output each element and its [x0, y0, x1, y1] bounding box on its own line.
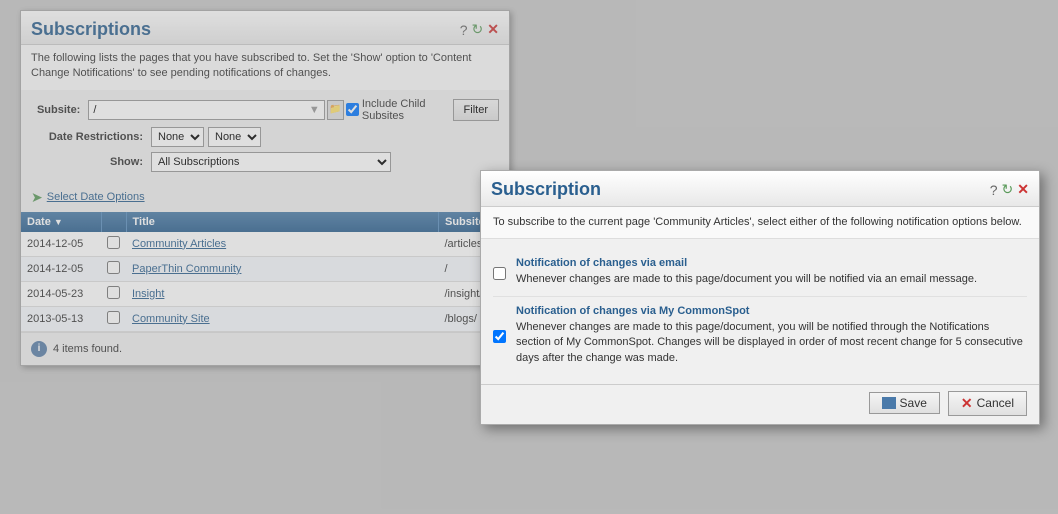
notification-title-1: Notification of changes via email	[516, 257, 977, 269]
subscription-dialog: Subscription ? ↻ ✕ To subscribe to the c…	[480, 170, 1040, 425]
dialog-icon-bar: ? ↻ ✕	[990, 181, 1029, 198]
notification-content-1: Notification of changes via email Whenev…	[516, 257, 977, 287]
cancel-icon: ✕	[961, 395, 973, 412]
save-icon	[882, 397, 896, 409]
notification-content-2: Notification of changes via My CommonSpo…	[516, 305, 1027, 366]
save-button[interactable]: Save	[869, 392, 940, 414]
dialog-body: Notification of changes via email Whenev…	[481, 239, 1039, 384]
notification-option-1: Notification of changes via email Whenev…	[493, 249, 1027, 296]
dialog-header: Subscription ? ↻ ✕	[481, 171, 1039, 207]
dialog-footer: Save ✕ Cancel	[481, 384, 1039, 424]
notification-checkbox-1[interactable]	[493, 259, 506, 287]
notification-title-2: Notification of changes via My CommonSpo…	[516, 305, 1027, 317]
dialog-help-icon[interactable]: ?	[990, 182, 998, 198]
cancel-button[interactable]: ✕ Cancel	[948, 391, 1027, 416]
notification-checkbox-2[interactable]	[493, 307, 506, 366]
dialog-refresh-icon[interactable]: ↻	[1002, 181, 1014, 198]
notification-option-2: Notification of changes via My CommonSpo…	[493, 297, 1027, 374]
dialog-close-icon[interactable]: ✕	[1017, 181, 1029, 198]
dialog-description: To subscribe to the current page 'Commun…	[481, 207, 1039, 239]
dialog-title: Subscription	[491, 179, 601, 200]
notification-desc-2: Whenever changes are made to this page/d…	[516, 320, 1027, 366]
notification-desc-1: Whenever changes are made to this page/d…	[516, 272, 977, 287]
